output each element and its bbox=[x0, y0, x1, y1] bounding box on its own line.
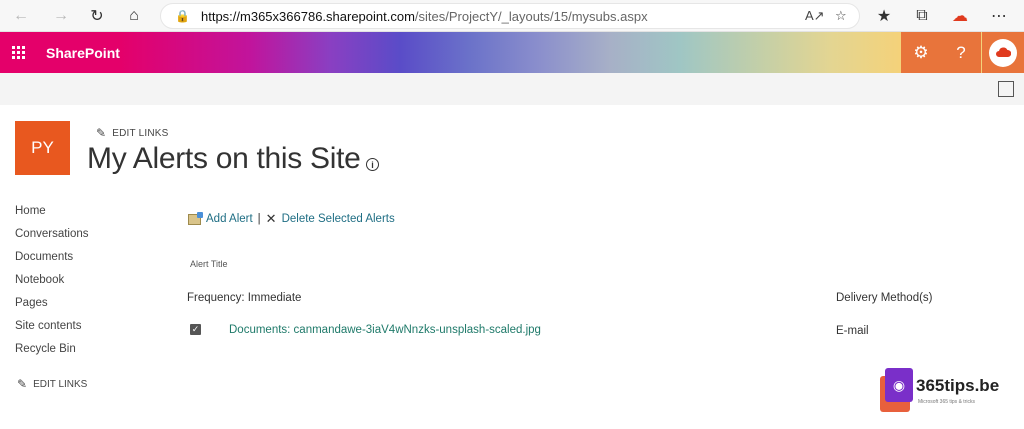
column-header-alert-title[interactable]: Alert Title bbox=[190, 259, 228, 269]
edit-links-label: EDIT LINKS bbox=[112, 127, 169, 139]
home-icon[interactable]: ⌂ bbox=[123, 5, 145, 27]
frequency-group-header: Frequency: Immediate bbox=[187, 292, 302, 304]
add-alert-link[interactable]: Add Alert bbox=[206, 213, 253, 225]
alert-checkbox[interactable]: ✓ bbox=[190, 324, 201, 335]
column-header-delivery-method: Delivery Method(s) bbox=[836, 292, 933, 304]
pencil-icon: ✎ bbox=[17, 377, 28, 391]
pencil-icon: ✎ bbox=[96, 126, 107, 140]
site-logo[interactable]: PY bbox=[15, 121, 70, 175]
add-favorite-icon[interactable]: ☆ bbox=[835, 8, 847, 24]
url-text: https://m365x366786.sharepoint.com/sites… bbox=[201, 9, 648, 24]
nav-item-site-contents[interactable]: Site contents bbox=[15, 319, 89, 342]
suite-bar: SharePoint ⚙ ? bbox=[0, 32, 1024, 73]
edit-links-nav[interactable]: ✎ EDIT LINKS bbox=[17, 377, 87, 391]
watermark-subtitle: Microsoft 365 tips & tricks bbox=[918, 399, 975, 405]
watermark-logo: ◉ 365tips.be Microsoft 365 tips & tricks bbox=[878, 368, 1018, 414]
account-icon[interactable] bbox=[982, 32, 1024, 73]
back-icon[interactable]: ← bbox=[10, 5, 32, 27]
edit-links-top[interactable]: ✎ EDIT LINKS bbox=[96, 126, 169, 140]
add-alert-icon bbox=[188, 211, 203, 225]
edit-links-label: EDIT LINKS bbox=[33, 378, 88, 390]
nav-item-notebook[interactable]: Notebook bbox=[15, 273, 89, 296]
more-icon[interactable]: ⋯ bbox=[988, 5, 1010, 27]
nav-item-home[interactable]: Home bbox=[15, 204, 89, 227]
alert-title-link[interactable]: Documents: canmandawe-3iaV4wNnzks-unspla… bbox=[229, 324, 541, 336]
waffle-icon[interactable] bbox=[0, 32, 36, 73]
separator: | bbox=[257, 213, 261, 225]
favorites-icon[interactable]: ★ bbox=[873, 5, 895, 27]
help-icon[interactable]: ? bbox=[941, 32, 981, 73]
address-bar[interactable]: 🔒 https://m365x366786.sharepoint.com/sit… bbox=[160, 3, 860, 29]
alert-actions: Add Alert | ✕ Delete Selected Alerts bbox=[188, 211, 395, 227]
refresh-icon[interactable]: ↻ bbox=[86, 5, 108, 27]
lock-icon[interactable]: 🔒 bbox=[175, 9, 190, 23]
delete-icon: ✕ bbox=[265, 211, 277, 226]
alert-delivery-method: E-mail bbox=[836, 325, 869, 337]
forward-icon[interactable]: → bbox=[50, 5, 72, 27]
nav-item-recycle-bin[interactable]: Recycle Bin bbox=[15, 342, 89, 365]
focus-mode-icon[interactable] bbox=[998, 81, 1014, 97]
left-nav: Home Conversations Documents Notebook Pa… bbox=[15, 204, 89, 365]
watermark-name: 365tips.be bbox=[916, 376, 1000, 395]
ribbon-strip bbox=[0, 73, 1024, 105]
info-icon[interactable]: i bbox=[366, 158, 379, 171]
nav-item-documents[interactable]: Documents bbox=[15, 250, 89, 273]
browser-toolbar: ← → ↻ ⌂ 🔒 https://m365x366786.sharepoint… bbox=[0, 0, 1024, 32]
settings-icon[interactable]: ⚙ bbox=[901, 32, 941, 73]
nav-item-conversations[interactable]: Conversations bbox=[15, 227, 89, 250]
app-name[interactable]: SharePoint bbox=[36, 32, 122, 73]
lightbulb-icon: ◉ bbox=[878, 368, 914, 414]
page-title: My Alerts on this Site bbox=[87, 142, 361, 175]
delete-alerts-link[interactable]: Delete Selected Alerts bbox=[282, 213, 395, 225]
read-aloud-icon[interactable]: A↗ bbox=[805, 8, 825, 24]
cloud-icon[interactable]: ☁ bbox=[949, 5, 971, 27]
nav-item-pages[interactable]: Pages bbox=[15, 296, 89, 319]
collections-icon[interactable]: ⧉ bbox=[911, 5, 933, 27]
